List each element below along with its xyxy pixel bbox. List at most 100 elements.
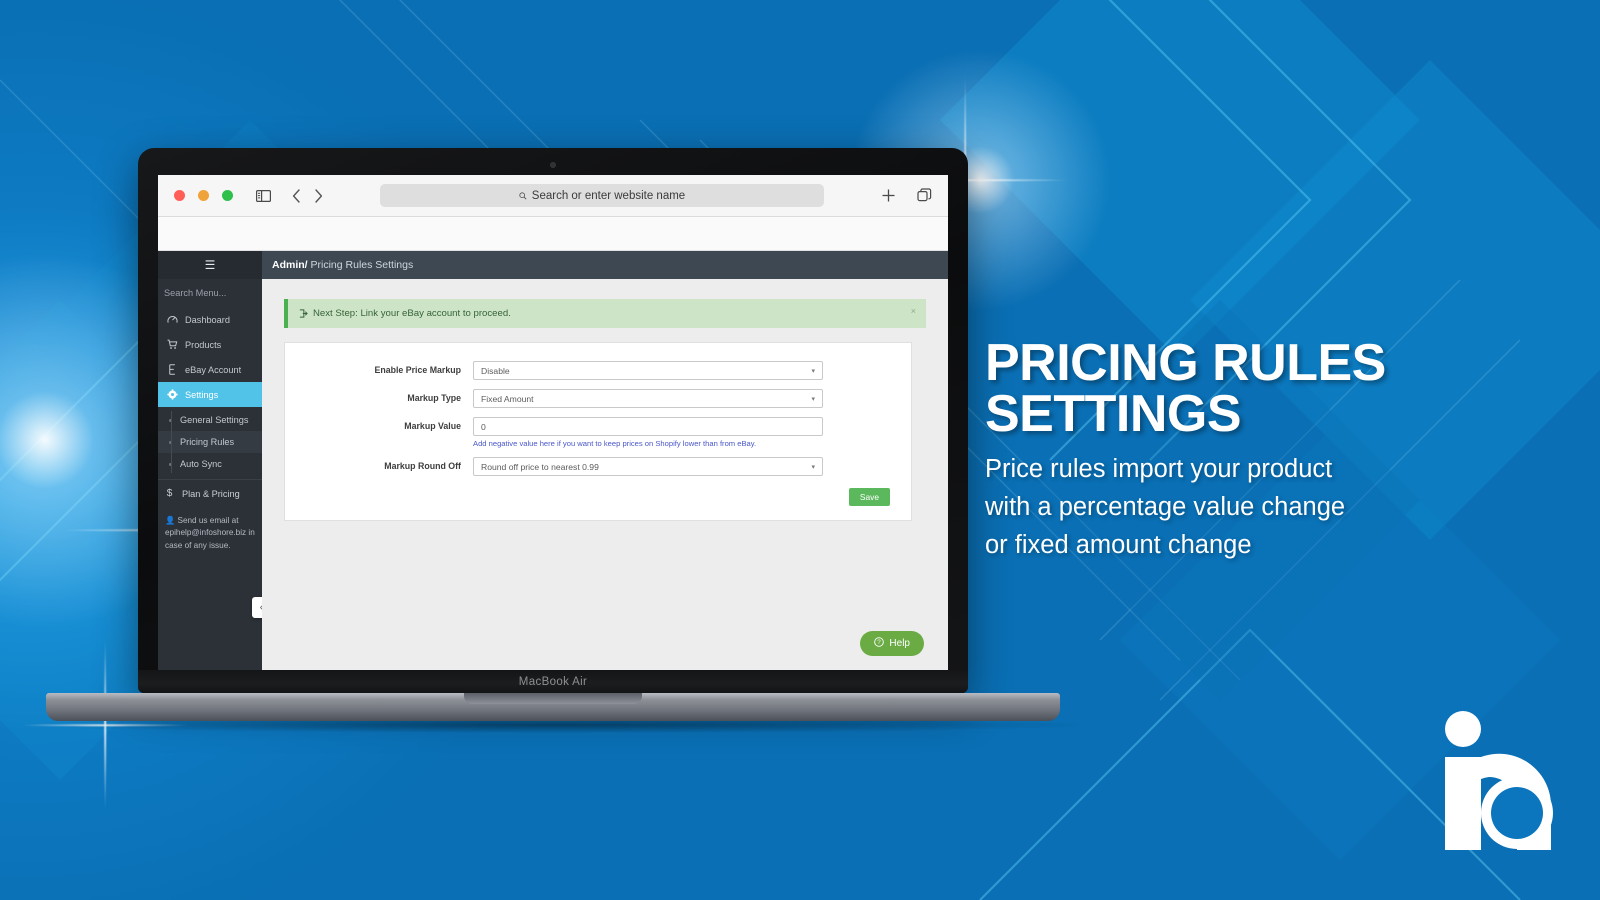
promo-title-line1: PRICING RULES [985, 334, 1386, 392]
promo-title: PRICING RULES SETTINGS [985, 334, 1545, 443]
laptop-lid: Search or enter website name ☰ Search Me… [138, 148, 968, 693]
device-model-label: MacBook Air [518, 675, 588, 688]
sidebar-item-label: eBay Account [185, 364, 242, 375]
field-label: Markup Type [407, 393, 461, 403]
sidebar-item-label: Settings [185, 389, 219, 400]
promo-block: PRICING RULES SETTINGS Price rules impor… [985, 334, 1545, 565]
maximize-window-button[interactable] [222, 190, 233, 201]
next-step-alert: Next Step: Link your eBay account to pro… [284, 299, 926, 328]
browser-toolbar: Search or enter website name [158, 175, 948, 217]
promo-subtitle-line1: Price rules import your product [985, 454, 1333, 483]
help-button-label: Help [889, 638, 910, 649]
sidebar-item-pricing-rules[interactable]: Pricing Rules [158, 431, 262, 453]
laptop-screen: Search or enter website name ☰ Search Me… [158, 175, 948, 670]
svg-text:?: ? [878, 639, 882, 646]
search-icon [519, 191, 527, 199]
markup-value-help-text: Add negative value here if you want to k… [473, 439, 757, 448]
sidebar-submenu: General Settings Pricing Rules Auto Sync [158, 407, 262, 479]
markup-round-off-select[interactable]: Round off price to nearest 0.99 ▾ [473, 457, 823, 476]
forward-button[interactable] [314, 188, 323, 203]
sidebar-icon[interactable] [256, 189, 271, 202]
sidebar-item-label: Plan & Pricing [182, 488, 240, 499]
infoshore-logo [1425, 705, 1565, 853]
url-input[interactable]: Search or enter website name [380, 184, 824, 207]
sidebar-subitem-label: Pricing Rules [180, 437, 235, 447]
promo-subtitle: Price rules import your product with a p… [985, 450, 1545, 565]
sidebar-item-ebay-account[interactable]: eBay Account [158, 357, 262, 382]
cart-icon [167, 339, 178, 350]
content-area: Admin/ Pricing Rules Settings Next Step:… [262, 251, 948, 670]
topbar: Admin/ Pricing Rules Settings [262, 251, 948, 279]
sidebar-item-auto-sync[interactable]: Auto Sync [158, 453, 262, 475]
copy-tabs-icon[interactable] [917, 188, 932, 203]
sign-in-arrow-icon [299, 309, 308, 318]
tag-icon [167, 364, 178, 375]
application: ☰ Search Menu... Dashboard Products eBay… [158, 251, 948, 670]
bullet-icon [169, 418, 172, 422]
sidebar-subitem-label: Auto Sync [180, 459, 222, 469]
field-label: Markup Value [404, 421, 461, 431]
sidebar-item-plan-pricing[interactable]: $ Plan & Pricing [158, 479, 262, 507]
field-label: Enable Price Markup [374, 365, 461, 375]
chevron-down-icon: ▾ [811, 395, 815, 403]
dollar-icon: $ [166, 488, 173, 499]
chevron-down-icon: ▾ [811, 463, 815, 471]
browser-tabstrip [158, 217, 948, 251]
minimize-window-button[interactable] [198, 190, 209, 201]
markup-value-input[interactable]: 0 [473, 417, 823, 436]
sidebar-item-products[interactable]: Products [158, 332, 262, 357]
sidebar-search-placeholder: Search Menu... [164, 288, 227, 298]
sidebar-item-dashboard[interactable]: Dashboard [158, 307, 262, 332]
sidebar-support-text: Send us email at epihelp@infoshore.biz i… [165, 516, 255, 550]
form-actions: Save [305, 488, 891, 506]
sidebar-support-note: 👤 Send us email at epihelp@infoshore.biz… [158, 507, 262, 560]
sidebar-item-label: Products [185, 339, 222, 350]
field-row-markup-type: Markup Type Fixed Amount ▾ [305, 389, 891, 408]
sidebar: ☰ Search Menu... Dashboard Products eBay… [158, 251, 273, 670]
sidebar-item-label: Dashboard [185, 314, 230, 325]
bullet-icon [169, 462, 172, 466]
speedometer-icon [167, 314, 178, 325]
field-row-markup-round-off: Markup Round Off Round off price to near… [305, 457, 891, 476]
question-circle-icon: ? [874, 637, 885, 650]
field-value: Round off price to nearest 0.99 [481, 461, 599, 472]
laptop-mockup: Search or enter website name ☰ Search Me… [28, 148, 1078, 733]
pricing-rules-form: Enable Price Markup Disable ▾ Markup Typ… [284, 342, 912, 521]
field-label: Markup Round Off [384, 461, 461, 471]
field-value: Fixed Amount [481, 393, 534, 404]
help-button[interactable]: ? Help [860, 631, 924, 656]
close-window-button[interactable] [174, 190, 185, 201]
sidebar-item-general-settings[interactable]: General Settings [158, 409, 262, 431]
hamburger-icon[interactable]: ☰ [205, 258, 216, 272]
user-icon: 👤 [165, 516, 176, 525]
laptop-base [46, 693, 1060, 721]
breadcrumb-current: Pricing Rules Settings [310, 259, 414, 271]
plus-icon[interactable] [881, 188, 896, 203]
breadcrumb-root[interactable]: Admin/ [272, 259, 308, 271]
main-panel: Next Step: Link your eBay account to pro… [262, 279, 948, 670]
sidebar-search-input[interactable]: Search Menu... [158, 279, 262, 307]
promo-subtitle-line2: with a percentage value change [985, 493, 1346, 522]
save-button[interactable]: Save [848, 488, 890, 506]
breadcrumb: Admin/ Pricing Rules Settings [272, 259, 413, 271]
markup-type-select[interactable]: Fixed Amount ▾ [473, 389, 823, 408]
laptop-chin: MacBook Air [138, 670, 968, 693]
bullet-icon [169, 440, 172, 444]
promo-title-line2: SETTINGS [985, 384, 1242, 443]
back-button[interactable] [292, 188, 301, 203]
sidebar-item-settings[interactable]: Settings [158, 382, 262, 407]
field-row-markup-value: Markup Value 0 Add negative value here i… [305, 417, 891, 448]
field-value: 0 [481, 421, 486, 432]
alert-text: Next Step: Link your eBay account to pro… [313, 308, 511, 319]
gear-icon [167, 389, 178, 400]
sidebar-subitem-label: General Settings [180, 415, 249, 425]
field-value: Disable [481, 365, 510, 376]
sidebar-header: ☰ [158, 251, 262, 279]
alert-close-button[interactable]: × [911, 306, 916, 316]
webcam-icon [550, 162, 556, 168]
chevron-down-icon: ▾ [811, 367, 815, 375]
promo-subtitle-line3: or fixed amount change [985, 531, 1252, 560]
enable-price-markup-select[interactable]: Disable ▾ [473, 361, 823, 380]
url-placeholder-text: Search or enter website name [531, 189, 686, 202]
field-row-enable-price-markup: Enable Price Markup Disable ▾ [305, 361, 891, 380]
